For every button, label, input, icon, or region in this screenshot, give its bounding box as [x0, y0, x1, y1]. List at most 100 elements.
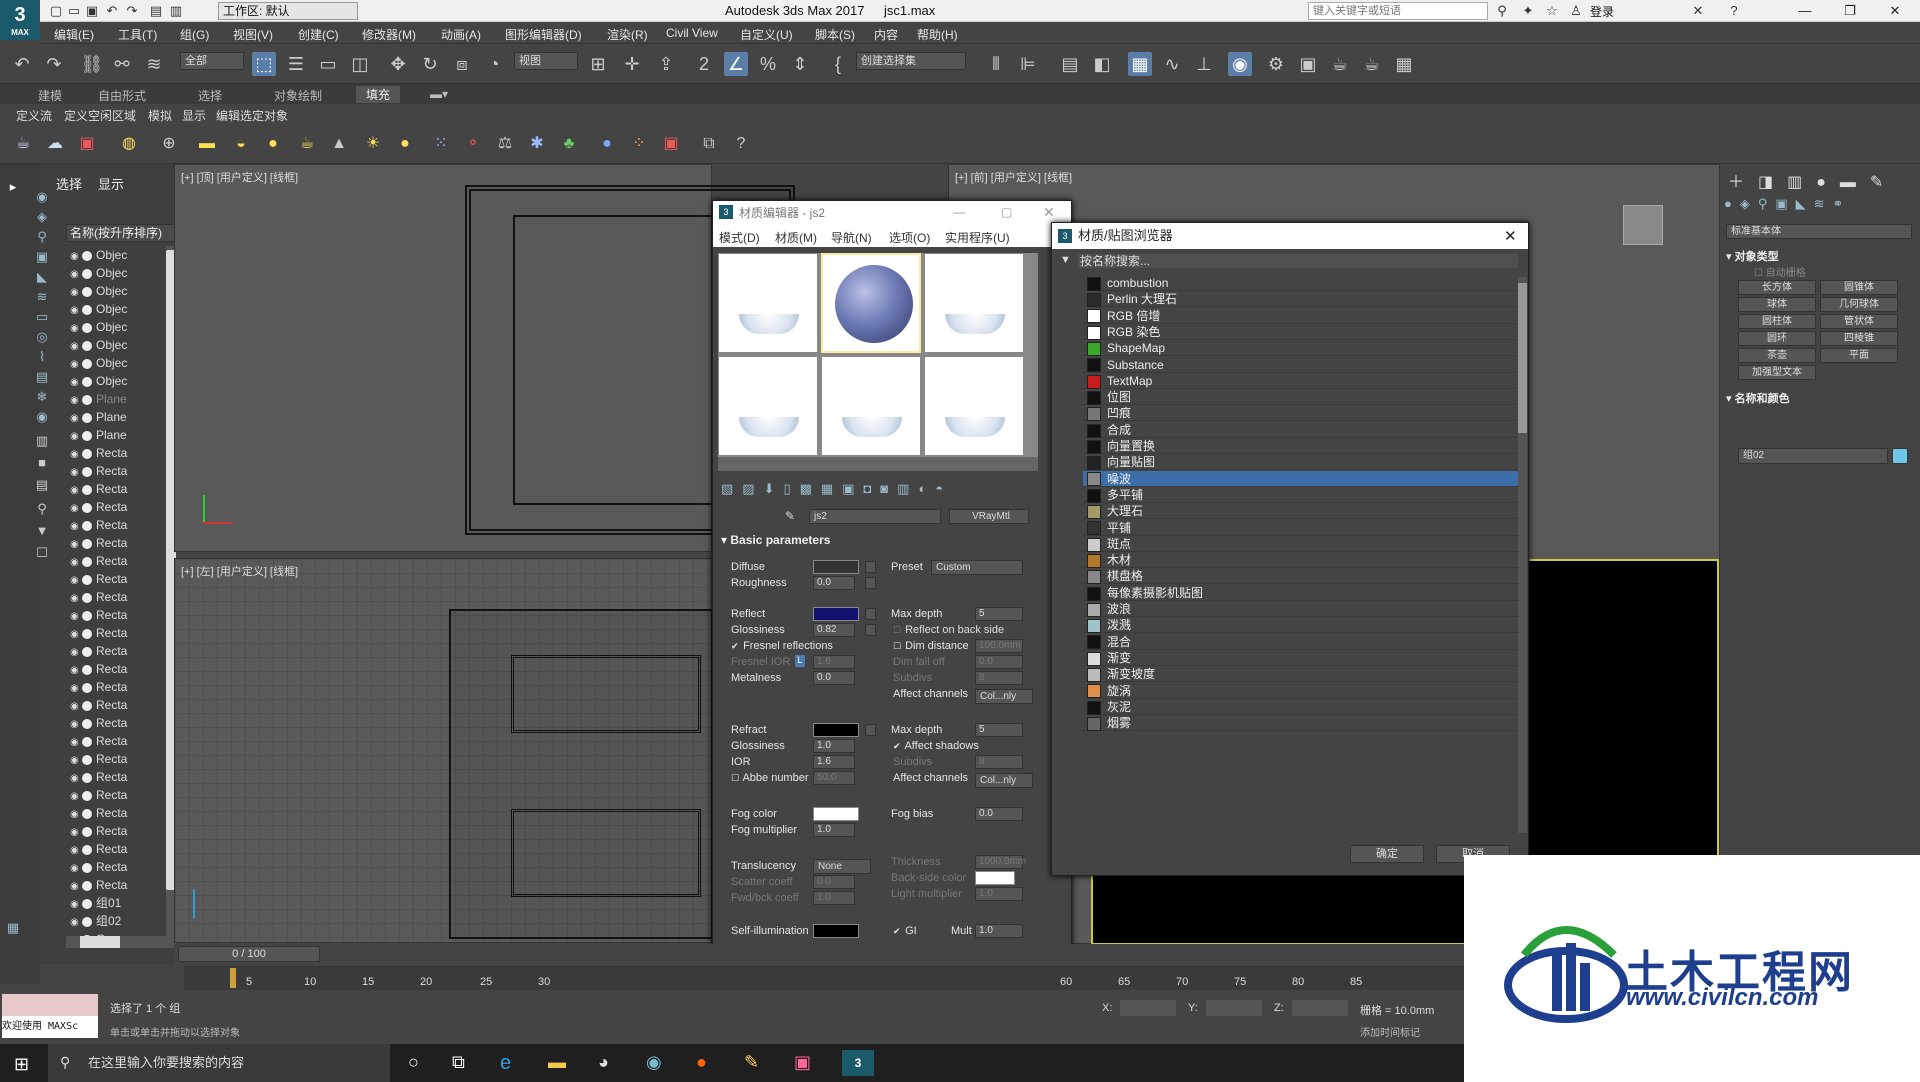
freeze-icon[interactable]	[82, 304, 92, 315]
search-options-icon[interactable]: ▼	[1060, 254, 1071, 266]
helper-icon[interactable]: ⚬	[462, 133, 484, 155]
fog-bias-spinner[interactable]: 0.0	[975, 807, 1023, 821]
time-slider[interactable]: 0 / 100	[178, 946, 320, 962]
refract-affect-channels-dropdown[interactable]: Col...nly	[975, 773, 1033, 788]
close-button[interactable]: ✕	[1880, 2, 1910, 20]
sphere-button[interactable]: 球体	[1738, 297, 1816, 312]
freeze-icon[interactable]	[82, 412, 92, 423]
percent-snap-icon[interactable]: %	[756, 52, 780, 76]
map-list-item[interactable]: 向量贴图	[1083, 454, 1519, 471]
maximize-button[interactable]: ❐	[1835, 2, 1865, 20]
menu-content[interactable]: 内容	[874, 26, 898, 43]
search-by-name-input[interactable]: 按名称搜索...	[1078, 254, 1518, 268]
project-folder-icon[interactable]: ▤	[148, 3, 164, 19]
glossiness-spinner[interactable]: 0.82	[813, 623, 855, 637]
object-name-input[interactable]: 组02	[1738, 448, 1888, 464]
ribbon-options-icon[interactable]: ▬▾	[430, 87, 448, 101]
rendered-frame-window-icon[interactable]: ▣	[1296, 52, 1320, 76]
toggle-ribbon-icon[interactable]: ▦	[1128, 52, 1152, 76]
named-selection-set-dropdown[interactable]: 创建选择集	[856, 52, 966, 70]
fresnel-checkbox[interactable]: ✔ Fresnel reflections	[731, 640, 833, 652]
edge-icon[interactable]: e	[500, 1052, 511, 1075]
menu-modes[interactable]: 模式(D)	[719, 229, 760, 246]
map-list-item[interactable]: TextMap	[1083, 373, 1519, 389]
affect-channels-dropdown[interactable]: Col...nly	[975, 689, 1033, 704]
map-list-item[interactable]: 泼溅	[1083, 617, 1519, 634]
maximize-icon[interactable]: ▢	[1001, 205, 1012, 219]
tube-button[interactable]: 管状体	[1820, 314, 1898, 329]
freeze-icon[interactable]	[82, 772, 92, 783]
select-by-name-icon[interactable]: ☰	[284, 52, 308, 76]
viewport-front-label[interactable]: [+] [前] [用户定义] [线框]	[955, 169, 1072, 185]
app-icon-2[interactable]: ◉	[646, 1052, 662, 1073]
viewport-layout-icon[interactable]: ▦	[4, 919, 22, 937]
metalness-spinner[interactable]: 0.0	[813, 671, 855, 685]
back-side-color-swatch[interactable]	[975, 871, 1015, 885]
map-list-item[interactable]: RGB 染色	[1083, 324, 1519, 340]
light-multiplier-spinner[interactable]: 1.0	[975, 887, 1023, 901]
freeze-icon[interactable]	[82, 484, 92, 495]
hub-icon[interactable]: ✦	[1520, 3, 1536, 19]
scene-hscrollbar[interactable]	[66, 936, 176, 948]
sphere-icon[interactable]: ●	[262, 133, 284, 155]
minimize-button[interactable]: —	[1790, 2, 1820, 20]
map-list-scrollbar-thumb[interactable]	[1518, 283, 1527, 433]
curve-editor-icon[interactable]: ∿	[1160, 52, 1184, 76]
3dsmax-taskbar-icon[interactable]: 3	[842, 1050, 874, 1076]
close-icon[interactable]: ✕	[1504, 227, 1517, 245]
project-icon[interactable]: ▥	[168, 3, 184, 19]
firefox-icon[interactable]: ●	[696, 1052, 707, 1073]
layer-explorer-icon[interactable]: ◧	[1090, 52, 1114, 76]
freeze-icon[interactable]	[82, 790, 92, 801]
pyramid-button[interactable]: 四棱锥	[1820, 331, 1898, 346]
object-type-rollout[interactable]: ▾ 对象类型	[1726, 248, 1779, 264]
bipod-icon[interactable]: ⚖	[494, 133, 516, 155]
map-list-item[interactable]: Substance	[1083, 357, 1519, 373]
app-icon-1[interactable]: ◕	[598, 1052, 609, 1073]
map-list-item[interactable]: 斑点	[1083, 536, 1519, 552]
freeze-icon[interactable]	[82, 574, 92, 585]
reflect-back-checkbox[interactable]: ☐ Reflect on back side	[893, 624, 1004, 636]
fog-multiplier-spinner[interactable]: 1.0	[813, 823, 855, 837]
ior-spinner[interactable]: 1.6	[813, 755, 855, 769]
scene-hscroll-thumb[interactable]	[80, 936, 120, 948]
refract-color-swatch[interactable]	[813, 723, 859, 737]
filter-shapes-icon[interactable]: ◈	[33, 208, 51, 226]
freeze-icon[interactable]	[82, 358, 92, 369]
undo-icon[interactable]: ↶	[10, 52, 34, 76]
schematic-view-icon[interactable]: ⊥	[1192, 52, 1216, 76]
filter-geometry-icon[interactable]: ◉	[33, 188, 51, 206]
cylinder-button[interactable]: 圆柱体	[1738, 314, 1816, 329]
freeze-icon[interactable]	[82, 646, 92, 657]
map-list-item[interactable]: 混合	[1083, 634, 1519, 650]
refract-glossiness-spinner[interactable]: 1.0	[813, 739, 855, 753]
map-list-item[interactable]: 烟雾	[1083, 715, 1519, 732]
refract-subdivs-spinner[interactable]: 8	[975, 755, 1023, 769]
viewport-left-label[interactable]: [+] [左] [用户定义] [线框]	[181, 563, 298, 579]
command-panel-tabs[interactable]: ＋◨▥●▬✎	[1728, 168, 1918, 191]
angle-snap-icon[interactable]: ∠	[724, 52, 748, 76]
spinner-snap-icon[interactable]: ⇕	[788, 52, 812, 76]
map-list-item[interactable]: 棋盘格	[1083, 568, 1519, 585]
teapot-button[interactable]: 茶壶	[1738, 348, 1816, 363]
menu-customize[interactable]: 自定义(U)	[740, 26, 793, 43]
freeze-icon[interactable]	[82, 466, 92, 477]
light-icon[interactable]: ◍	[118, 133, 140, 155]
snap-toggle-icon[interactable]: 2	[692, 52, 716, 76]
abbe-checkbox[interactable]: ☐ Abbe number	[731, 772, 809, 784]
move-icon[interactable]: ✥	[386, 52, 410, 76]
sample-slot[interactable]	[924, 253, 1024, 353]
collapse-arrow-icon[interactable]: ▸	[4, 178, 22, 196]
task-view-icon[interactable]: ⧉	[452, 1052, 465, 1073]
freeze-icon[interactable]	[82, 754, 92, 765]
freeze-icon[interactable]	[82, 682, 92, 693]
freeze-icon[interactable]	[82, 844, 92, 855]
sample-slot[interactable]	[821, 356, 921, 456]
freeze-icon[interactable]	[82, 718, 92, 729]
tab-modeling[interactable]: 建模	[38, 87, 62, 104]
mirror-icon[interactable]: ⫴	[984, 52, 1008, 76]
fwd-bck-coeff-spinner[interactable]: 1.0	[813, 891, 855, 905]
material-editor-icon[interactable]: ◉	[1228, 52, 1252, 76]
map-list-item[interactable]: 噪波	[1083, 470, 1519, 487]
map-list-item[interactable]: 旋涡	[1083, 683, 1519, 699]
